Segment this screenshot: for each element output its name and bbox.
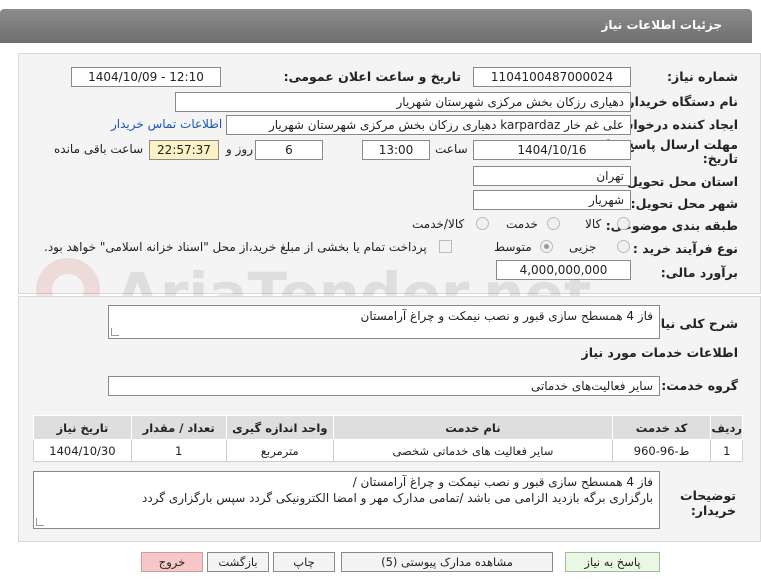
deadline-label-2: تاریخ: — [702, 151, 738, 166]
resize-grip-icon[interactable] — [111, 328, 119, 336]
buyer-notes-label-2: خریدار: — [690, 503, 736, 518]
province-label: استان محل تحویل: — [621, 174, 738, 189]
exit-button[interactable]: خروج — [141, 552, 203, 572]
process-radio-medium[interactable] — [540, 240, 553, 253]
buyer-notes-textarea[interactable]: فاز 4 همسطح سازی قبور و نصب نیمکت و چراغ… — [33, 471, 660, 529]
need-number-field[interactable]: 1104100487000024 — [473, 67, 631, 87]
summary-textarea[interactable]: فاز 4 همسطح سازی قبور و نصب نیمکت و چراغ… — [108, 305, 660, 339]
resize-grip-icon[interactable] — [36, 518, 44, 526]
process-label: نوع فرآیند خرید : — [632, 241, 738, 256]
back-button[interactable]: بازگشت — [207, 552, 269, 572]
category-option-goods-service: کالا/خدمت — [412, 217, 465, 231]
estimate-field[interactable]: 4,000,000,000 — [496, 260, 631, 280]
process-radio-minor[interactable] — [617, 240, 630, 253]
reply-button[interactable]: پاسخ به نیاز — [565, 552, 660, 572]
print-button[interactable]: چاپ — [273, 552, 335, 572]
buyer-notes-label: توضیحات — [680, 488, 736, 503]
category-option-service: خدمت — [506, 217, 538, 231]
remaining-time-field: 22:57:37 — [149, 140, 219, 160]
deadline-date-field[interactable]: 1404/10/16 — [473, 140, 631, 160]
col-need-date: تاریخ نیاز — [33, 415, 132, 440]
summary-text: فاز 4 همسطح سازی قبور و نصب نیمکت و چراغ… — [360, 309, 653, 323]
cell-quantity: 1 — [130, 439, 227, 462]
buyer-notes-line-2: بارگزاری برگه بازدید الزامی می باشد /تما… — [141, 491, 653, 505]
buyer-org-field[interactable]: دهیاری رزکان بخش مرکزی شهرستان شهریار — [175, 92, 631, 112]
days-field[interactable]: 6 — [255, 140, 323, 160]
service-group-label: گروه خدمت: — [661, 378, 738, 393]
deadline-time-field[interactable]: 13:00 — [362, 140, 430, 160]
view-attachments-button[interactable]: مشاهده مدارک پیوستی (5) — [341, 552, 553, 572]
creator-field[interactable]: علی غم خار karpardaz دهیاری رزکان بخش مر… — [226, 115, 631, 135]
buyer-org-label: نام دستگاه خریدار: — [622, 94, 738, 109]
category-radio-goods[interactable] — [617, 217, 630, 230]
cell-row: 1 — [710, 439, 743, 462]
table-row[interactable]: 1 ط-96-960 سایر فعالیت های خدماتی شخصی م… — [33, 439, 743, 462]
category-option-goods: کالا — [585, 217, 602, 231]
category-radio-goods-service[interactable] — [476, 217, 489, 230]
header-bar: جزئیات اطلاعات نیاز — [0, 9, 752, 43]
col-unit: واحد اندازه گیری — [225, 415, 335, 440]
remaining-label: ساعت باقی مانده — [54, 142, 144, 156]
summary-label: شرح کلی نیاز: — [648, 316, 738, 331]
treasury-payment-note: پرداخت تمام یا بخشی از مبلغ خرید،از محل … — [44, 240, 427, 254]
city-field[interactable]: شهریار — [473, 190, 631, 210]
page-title: جزئیات اطلاعات نیاز — [601, 18, 722, 32]
process-option-medium: متوسط — [494, 240, 532, 254]
estimate-label: برآورد مالی: — [660, 265, 738, 280]
province-field[interactable]: تهران — [473, 166, 631, 186]
days-label: روز و — [226, 142, 253, 156]
service-group-field[interactable]: سایر فعالیت‌های خدماتی — [108, 376, 660, 396]
cell-need-date: 1404/10/30 — [33, 439, 132, 462]
treasury-payment-checkbox[interactable] — [439, 240, 452, 253]
table-header-row: ردیف کد خدمت نام خدمت واحد اندازه گیری ت… — [33, 415, 743, 440]
announce-field[interactable]: 1404/10/09 - 12:10 — [71, 67, 221, 87]
services-table: ردیف کد خدمت نام خدمت واحد اندازه گیری ت… — [33, 415, 743, 462]
announce-label: تاریخ و ساعت اعلان عمومی: — [283, 69, 461, 84]
col-row: ردیف — [710, 415, 743, 440]
process-option-minor: جزیی — [569, 240, 597, 254]
buyer-contact-link[interactable]: اطلاعات تماس خریدار — [111, 117, 222, 131]
city-label: شهر محل تحویل: — [630, 196, 738, 211]
col-quantity: تعداد / مقدار — [130, 415, 227, 440]
time-label: ساعت — [435, 142, 468, 156]
col-service-code: کد خدمت — [611, 415, 712, 440]
cell-service-code: ط-96-960 — [611, 439, 712, 462]
category-radio-service[interactable] — [547, 217, 560, 230]
need-number-label: شماره نیاز: — [667, 69, 738, 84]
cell-unit: مترمربع — [225, 439, 335, 462]
services-section-title: اطلاعات خدمات مورد نیاز — [581, 345, 739, 360]
page-header: جزئیات اطلاعات نیاز — [0, 0, 761, 53]
col-service-name: نام خدمت — [333, 415, 613, 440]
cell-service-name: سایر فعالیت های خدماتی شخصی — [333, 439, 613, 462]
buyer-notes-line-1: فاز 4 همسطح سازی قبور و نصب نیمکت و چراغ… — [352, 475, 653, 489]
